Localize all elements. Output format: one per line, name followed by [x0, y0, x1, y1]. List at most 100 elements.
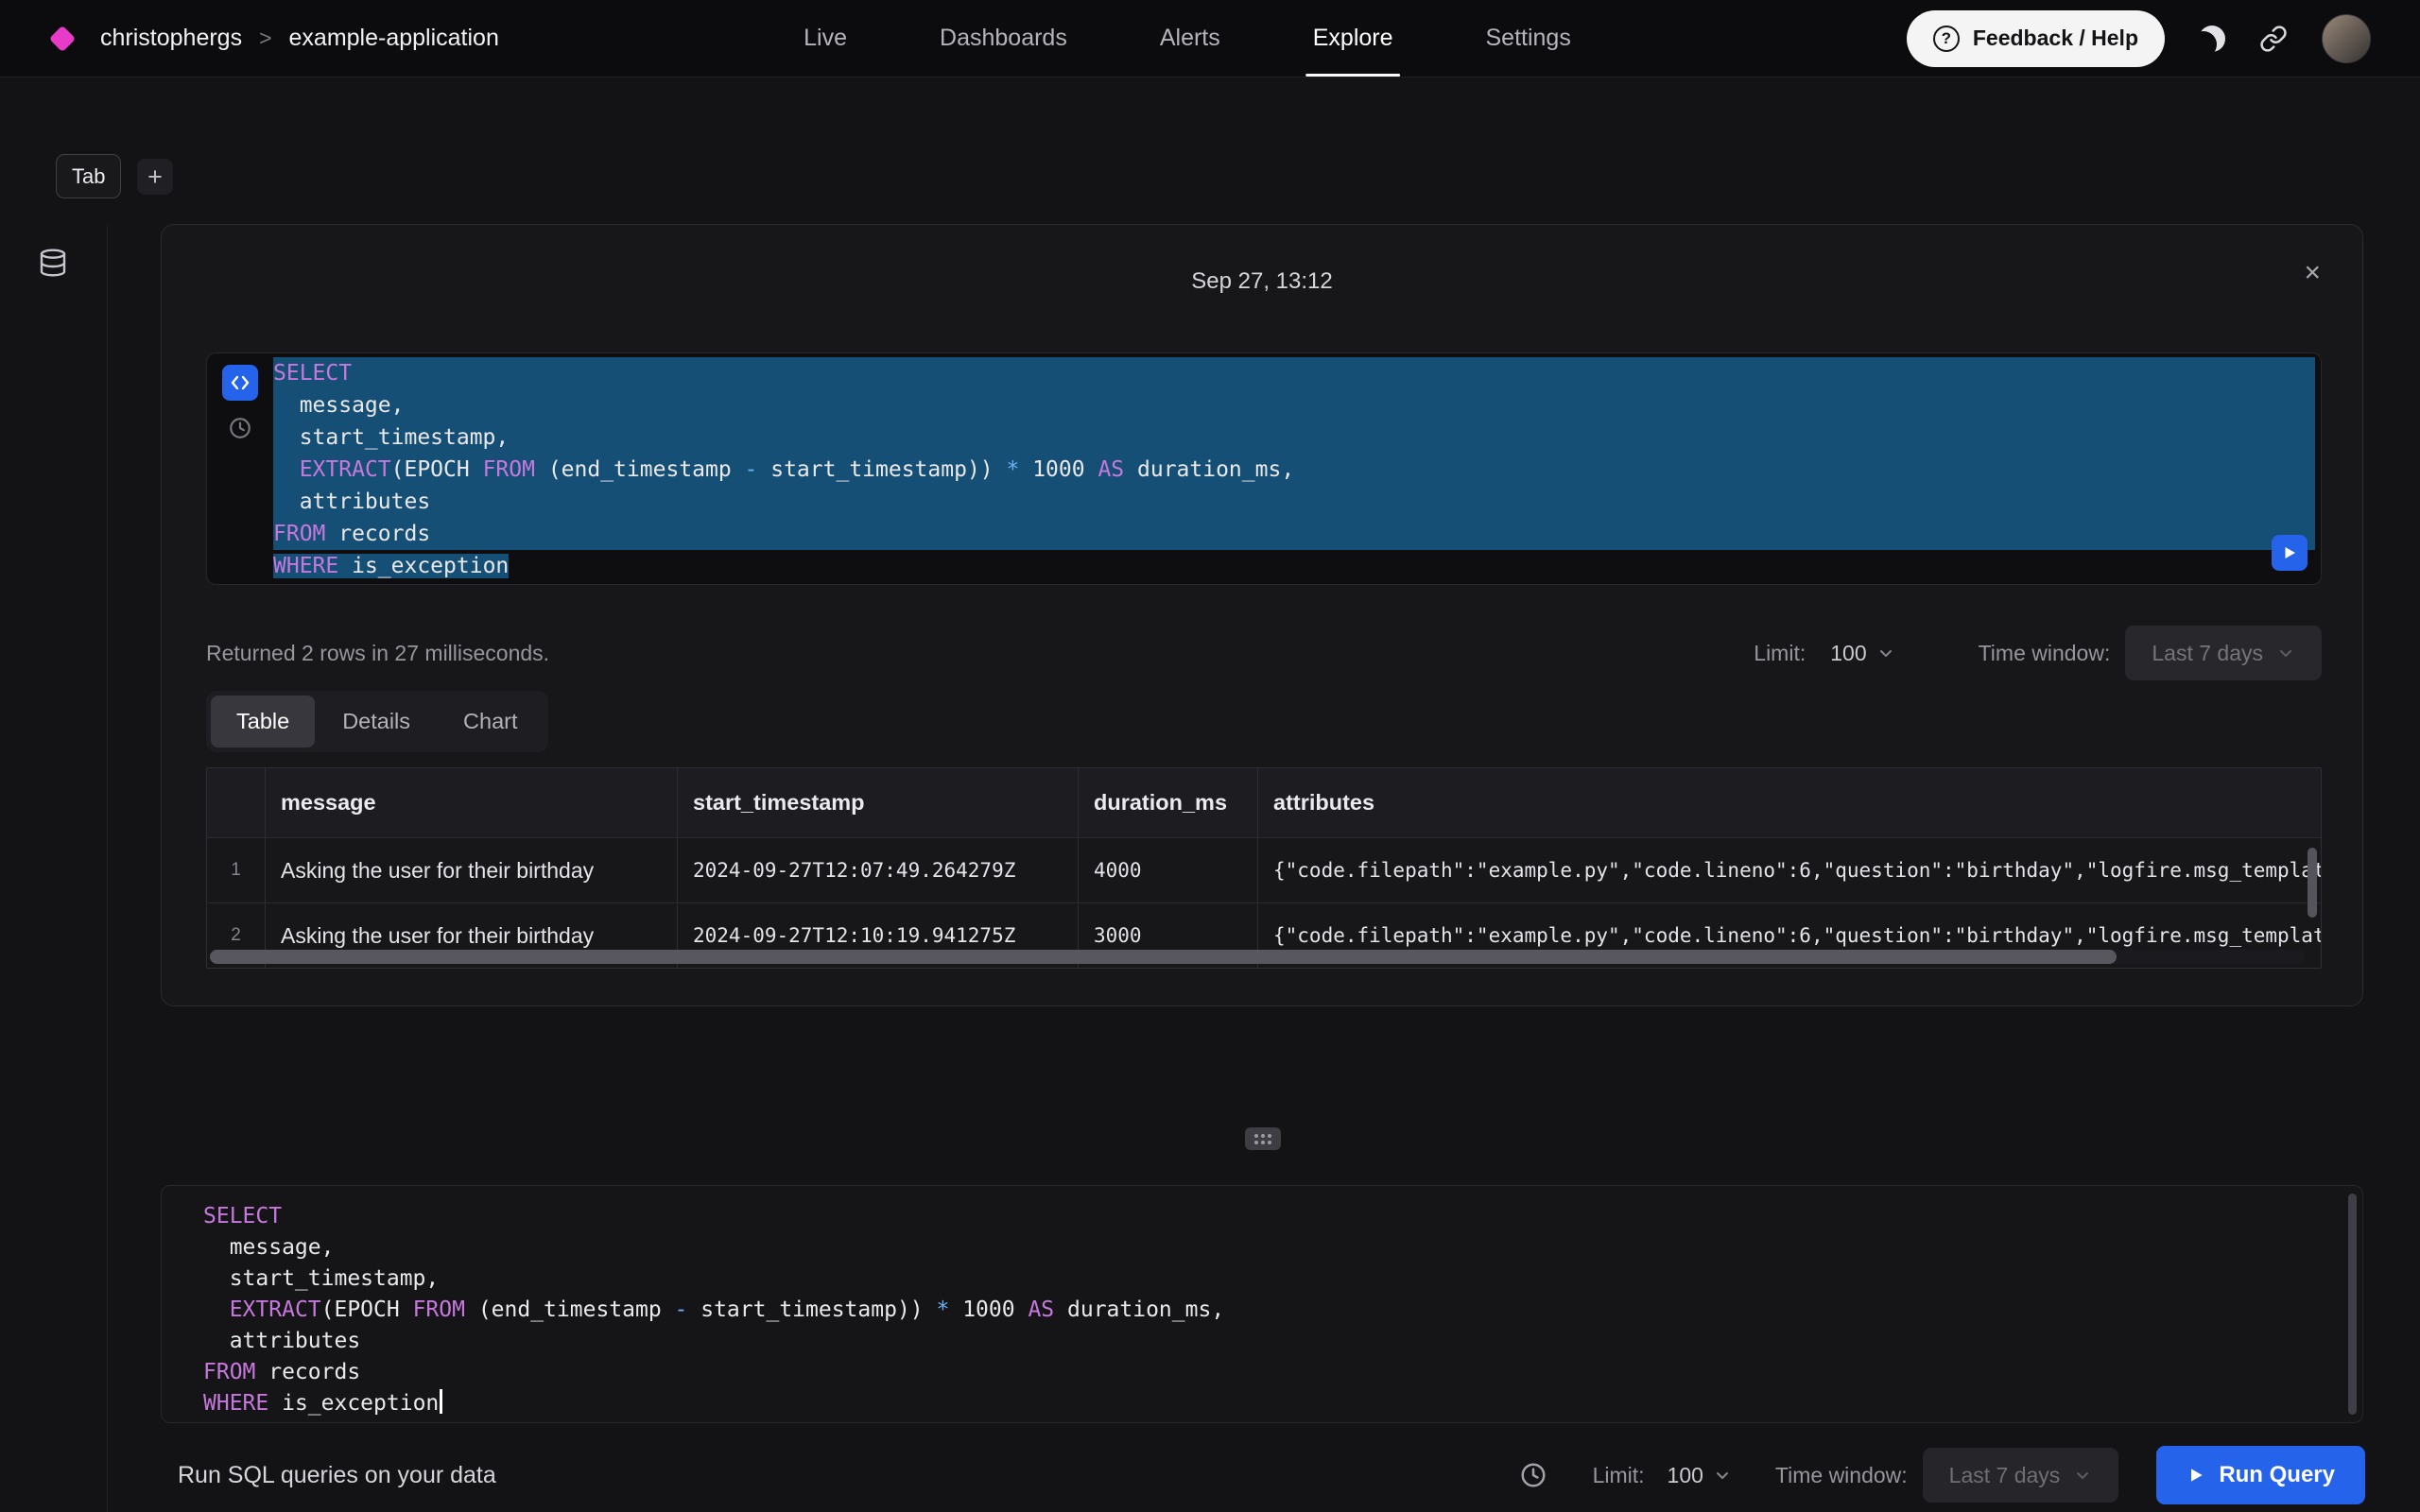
result-sql-code[interactable]: SELECT message, start_timestamp, EXTRACT… — [273, 353, 2321, 584]
code-line: EXTRACT(EPOCH FROM (end_timestamp - star… — [203, 1295, 2334, 1326]
time-window-value: Last 7 days — [1949, 1463, 2061, 1488]
close-icon[interactable]: × — [2304, 259, 2321, 287]
horizontal-scrollbar-track — [210, 950, 2306, 964]
chevron-down-icon — [1713, 1466, 1732, 1485]
table-row[interactable]: 1Asking the user for their birthday2024-… — [207, 837, 2321, 902]
time-window-label: Time window: — [1979, 641, 2111, 666]
logfire-logo[interactable] — [49, 25, 76, 51]
code-line: SELECT — [273, 357, 2315, 389]
bottom-bar: Run SQL queries on your data Limit: 100 … — [107, 1438, 2420, 1512]
plus-icon: + — [147, 163, 163, 192]
column-header-row-number — [207, 768, 266, 837]
view-tab-chart[interactable]: Chart — [438, 696, 543, 747]
breadcrumb-separator: > — [259, 26, 271, 51]
code-line: FROM records — [203, 1357, 2334, 1388]
limit-dropdown[interactable]: 100 — [1830, 641, 1894, 666]
top-navbar: christophergs > example-application Live… — [0, 0, 2420, 77]
column-header-start_timestamp: start_timestamp — [678, 768, 1079, 837]
time-window-value: Last 7 days — [2152, 641, 2263, 666]
result-sql-viewer: SELECT message, start_timestamp, EXTRACT… — [206, 352, 2322, 585]
main-nav: Live Dashboards Alerts Explore Settings — [800, 0, 1575, 77]
share-link-icon[interactable] — [2259, 25, 2288, 53]
nav-item-alerts[interactable]: Alerts — [1156, 0, 1224, 77]
add-tab-button[interactable]: + — [137, 159, 173, 195]
dark-mode-toggle-moon-icon[interactable] — [2199, 26, 2225, 52]
limit-value: 100 — [1830, 641, 1866, 666]
schema-database-icon[interactable] — [38, 248, 68, 278]
cell-message: Asking the user for their birthday — [266, 838, 678, 902]
editor-sql-code[interactable]: SELECT message, start_timestamp, EXTRACT… — [203, 1201, 2334, 1419]
limit-label: Limit: — [1754, 641, 1806, 666]
bottom-bar-controls: Limit: 100 Time window: Last 7 days Run … — [1519, 1446, 2365, 1504]
breadcrumb: christophergs > example-application — [100, 25, 499, 52]
cell-dur: 4000 — [1079, 838, 1258, 902]
code-line: FROM records — [273, 518, 2315, 550]
left-rail-divider — [107, 224, 108, 1512]
nav-item-explore[interactable]: Explore — [1309, 0, 1397, 77]
chevron-down-icon — [2073, 1466, 2092, 1485]
code-line: WHERE is_exception — [273, 550, 2315, 582]
feedback-help-button[interactable]: ? Feedback / Help — [1907, 10, 2165, 67]
column-header-duration_ms: duration_ms — [1079, 768, 1258, 837]
view-tab-details[interactable]: Details — [317, 696, 436, 747]
editor-hint-text: Run SQL queries on your data — [178, 1462, 496, 1489]
results-panel: Sep 27, 13:12 × SELECT message, start_ti… — [161, 224, 2363, 1006]
cell-num: 1 — [207, 838, 266, 902]
chevron-down-icon — [2276, 644, 2295, 662]
code-line: message, — [273, 389, 2315, 421]
time-window-dropdown[interactable]: Last 7 days — [1923, 1448, 2119, 1503]
run-query-label: Run Query — [2219, 1462, 2335, 1488]
code-line: attributes — [203, 1326, 2334, 1357]
query-timestamp: Sep 27, 13:12 — [162, 268, 2362, 295]
code-line: SELECT — [203, 1201, 2334, 1232]
limit-label: Limit: — [1593, 1463, 1645, 1488]
code-line: WHERE is_exception — [203, 1388, 2334, 1419]
code-line: EXTRACT(EPOCH FROM (end_timestamp - star… — [273, 454, 2315, 486]
results-table-header: messagestart_timestampduration_msattribu… — [207, 768, 2321, 837]
vertical-scrollbar[interactable] — [2308, 848, 2317, 918]
drag-dots-icon — [1254, 1134, 1258, 1138]
breadcrumb-org[interactable]: christophergs — [100, 25, 242, 52]
navbar-right: ? Feedback / Help — [1907, 0, 2420, 77]
code-line: attributes — [273, 486, 2315, 518]
question-circle-icon: ? — [1933, 26, 1960, 52]
code-line: message, — [203, 1232, 2334, 1263]
results-table: messagestart_timestampduration_msattribu… — [206, 767, 2322, 969]
column-header-attributes: attributes — [1258, 768, 2321, 837]
status-row: Returned 2 rows in 27 milliseconds. Limi… — [206, 626, 2322, 680]
sql-editor[interactable]: SELECT message, start_timestamp, EXTRACT… — [161, 1185, 2363, 1423]
results-table-body: 1Asking the user for their birthday2024-… — [207, 837, 2321, 968]
breadcrumb-project[interactable]: example-application — [289, 25, 499, 52]
code-line: start_timestamp, — [203, 1263, 2334, 1295]
split-drag-handle[interactable] — [1245, 1127, 1281, 1150]
limit-dropdown[interactable]: 100 — [1668, 1463, 1732, 1488]
feedback-help-label: Feedback / Help — [1973, 26, 2138, 51]
play-icon — [2187, 1466, 2205, 1485]
result-status-text: Returned 2 rows in 27 milliseconds. — [206, 641, 549, 666]
horizontal-scrollbar[interactable] — [210, 950, 2117, 964]
cell-attr: {"code.filepath":"example.py","code.line… — [1258, 838, 2321, 902]
cell-start: 2024-09-27T12:07:49.264279Z — [678, 838, 1079, 902]
time-window-dropdown[interactable]: Last 7 days — [2125, 626, 2322, 680]
editor-vertical-scrollbar[interactable] — [2348, 1194, 2357, 1415]
query-tab[interactable]: Tab — [56, 154, 121, 198]
query-history-icon[interactable] — [1519, 1461, 1547, 1489]
column-header-message: message — [266, 768, 678, 837]
text-caret — [440, 1389, 442, 1414]
view-tabs: TableDetailsChart — [206, 691, 548, 752]
chevron-down-icon — [1876, 644, 1895, 662]
code-icon[interactable] — [222, 365, 258, 401]
run-query-mini-button[interactable] — [2272, 535, 2308, 571]
nav-item-settings[interactable]: Settings — [1482, 0, 1575, 77]
limit-value: 100 — [1668, 1463, 1703, 1488]
query-tab-label: Tab — [72, 164, 105, 189]
nav-item-live[interactable]: Live — [800, 0, 851, 77]
user-avatar[interactable] — [2322, 14, 2371, 63]
code-line: start_timestamp, — [273, 421, 2315, 454]
time-window-label: Time window: — [1775, 1463, 1908, 1488]
history-icon[interactable] — [228, 416, 252, 440]
run-query-button[interactable]: Run Query — [2156, 1446, 2365, 1504]
nav-item-dashboards[interactable]: Dashboards — [936, 0, 1071, 77]
status-controls: Limit: 100 Time window: Last 7 days — [1754, 626, 2322, 680]
view-tab-table[interactable]: Table — [211, 696, 315, 747]
